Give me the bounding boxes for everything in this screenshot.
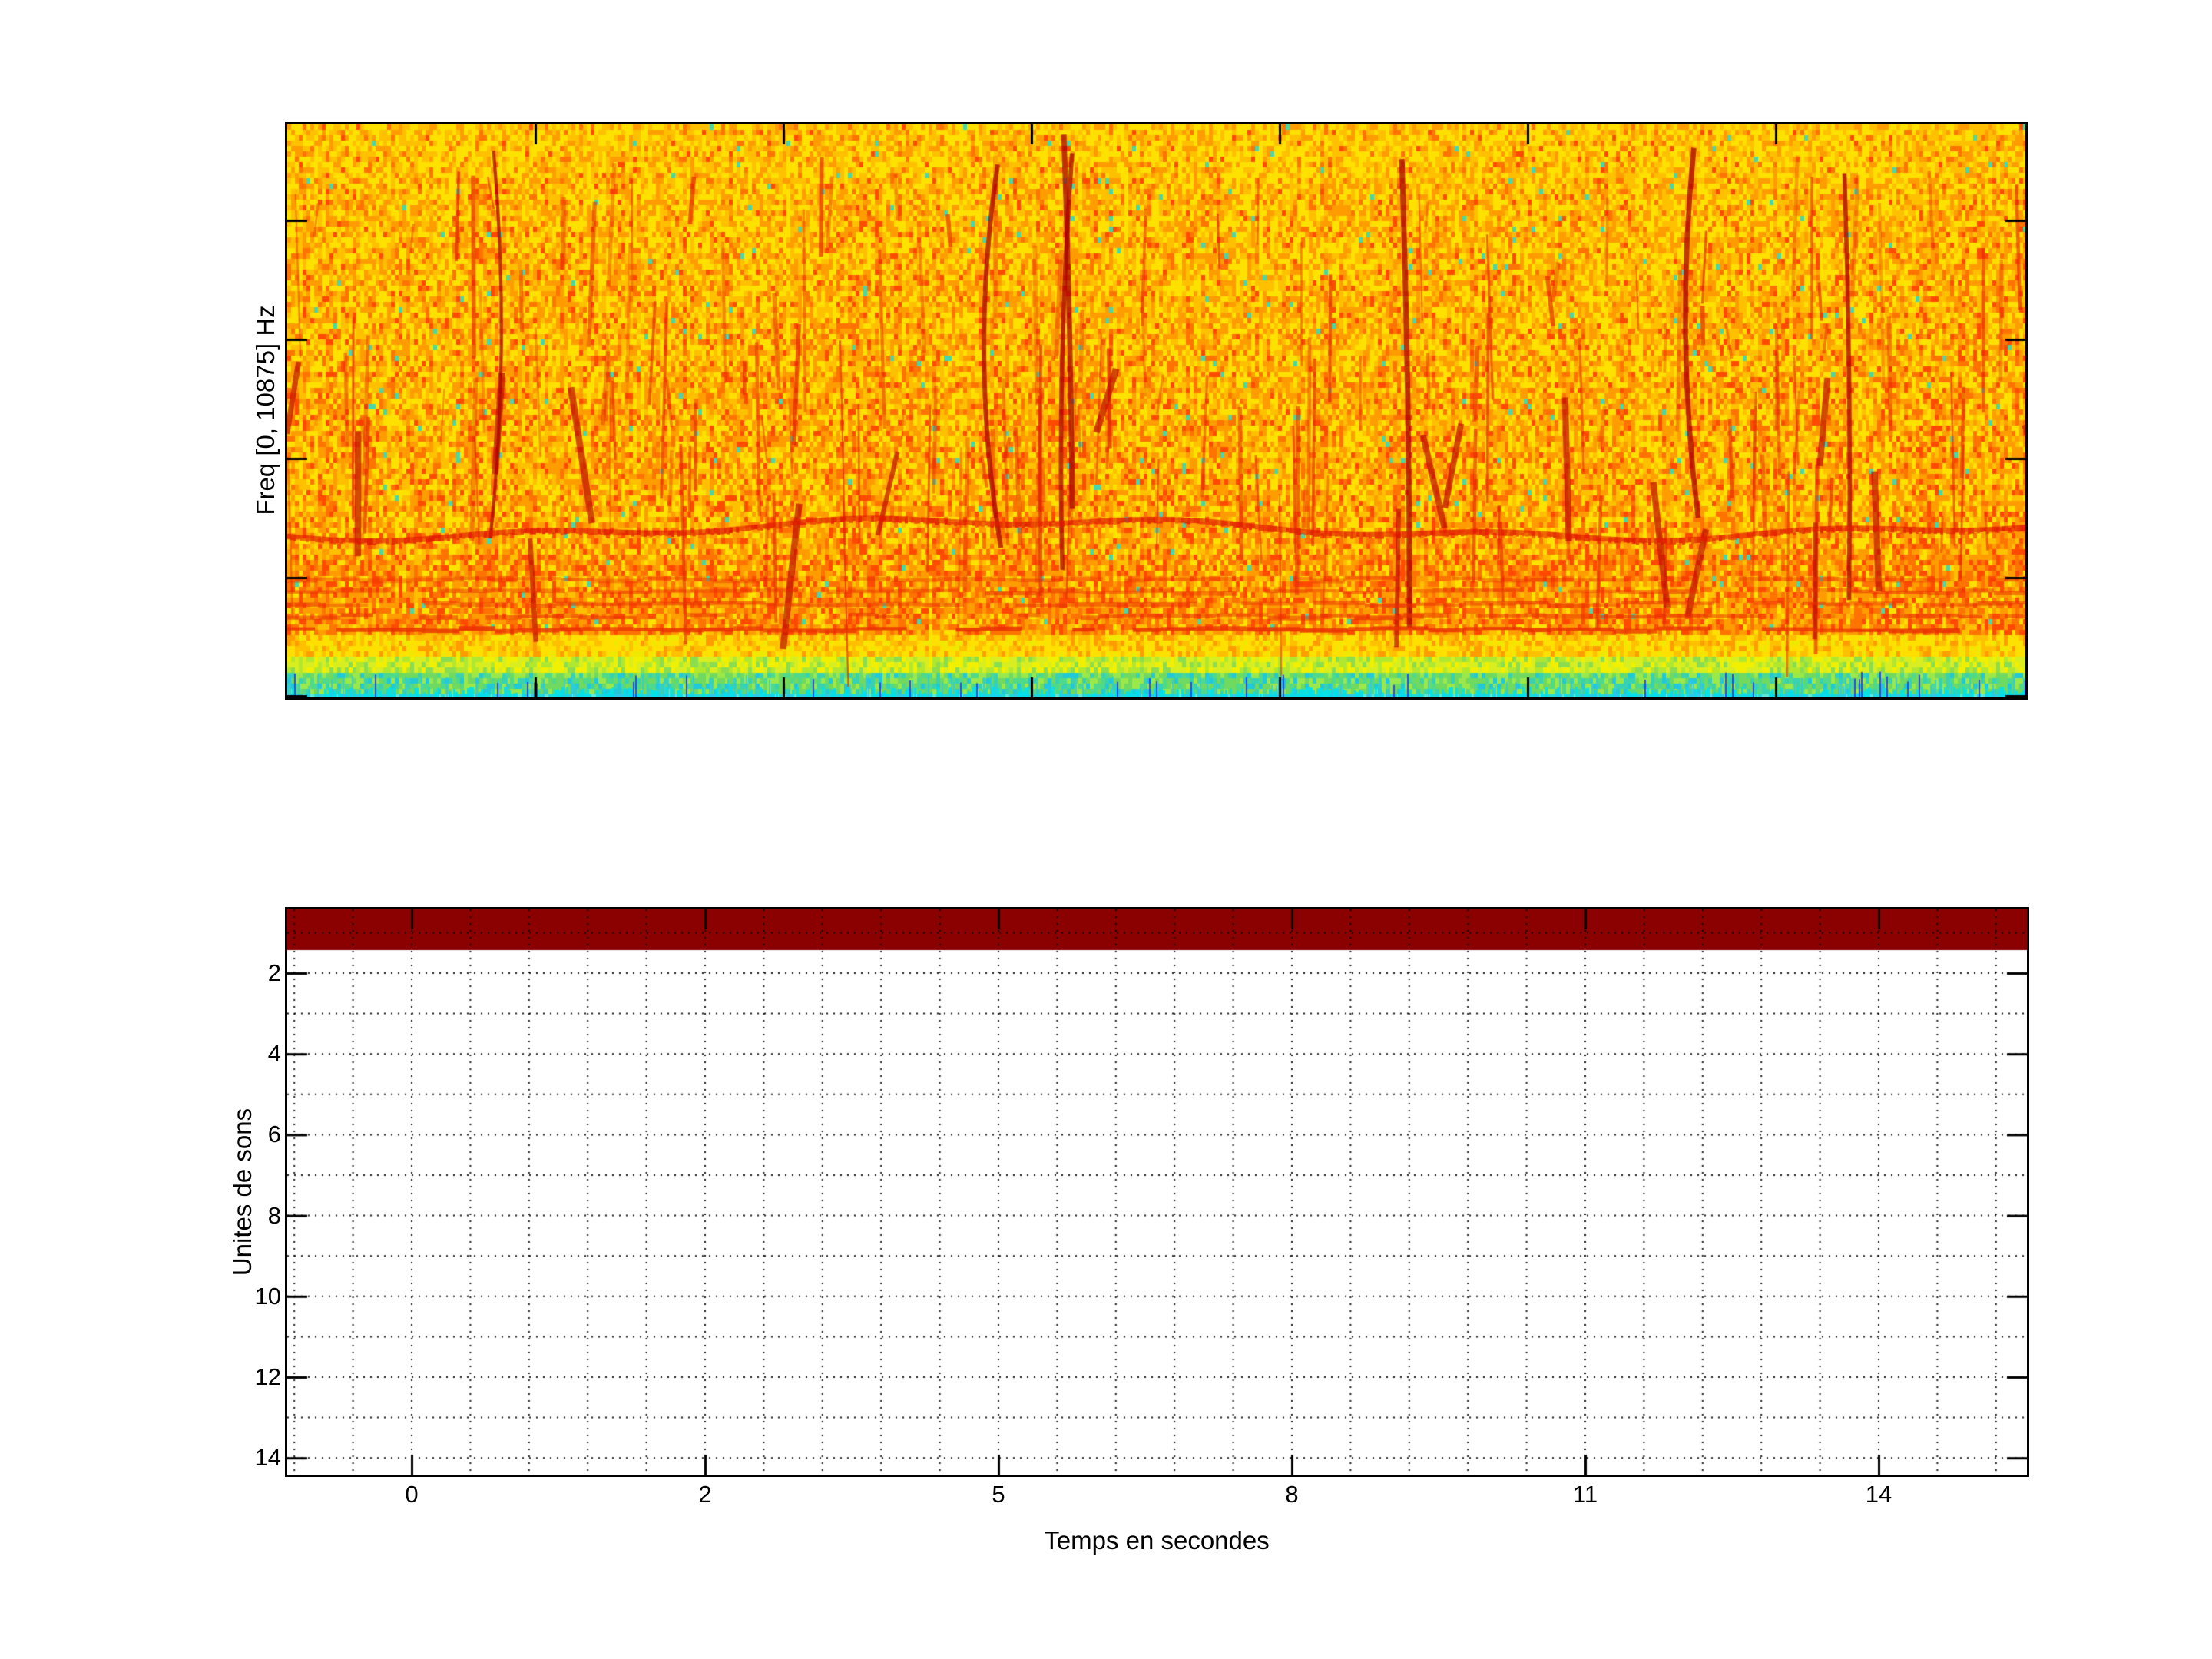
x-tick-label: 14 xyxy=(1833,1479,1925,1510)
units-xlabel: Temps en secondes xyxy=(1044,1526,1270,1555)
y-tick-label: 8 xyxy=(212,1200,281,1231)
y-tick-label: 10 xyxy=(212,1281,281,1312)
matlab-figure: { "figure": { "width_px": 2880, "height_… xyxy=(0,0,2212,1659)
x-tick-label: 8 xyxy=(1246,1479,1338,1510)
y-tick-label: 14 xyxy=(212,1442,281,1473)
y-tick-label: 6 xyxy=(212,1119,281,1150)
x-tick-label: 0 xyxy=(366,1479,458,1510)
y-tick-label: 4 xyxy=(212,1038,281,1069)
y-tick-label: 12 xyxy=(212,1362,281,1392)
spectrogram-axes xyxy=(285,122,2028,700)
units-plot-area xyxy=(287,909,2027,1475)
y-tick-label: 2 xyxy=(212,958,281,988)
spectrogram-image xyxy=(287,124,2025,697)
spectrogram-ylabel: Freq [0, 10875] Hz xyxy=(251,305,280,515)
x-tick-label: 11 xyxy=(1539,1479,1631,1510)
x-tick-label: 2 xyxy=(659,1479,751,1510)
units-plot-axes xyxy=(285,907,2029,1477)
x-tick-label: 5 xyxy=(952,1479,1045,1510)
